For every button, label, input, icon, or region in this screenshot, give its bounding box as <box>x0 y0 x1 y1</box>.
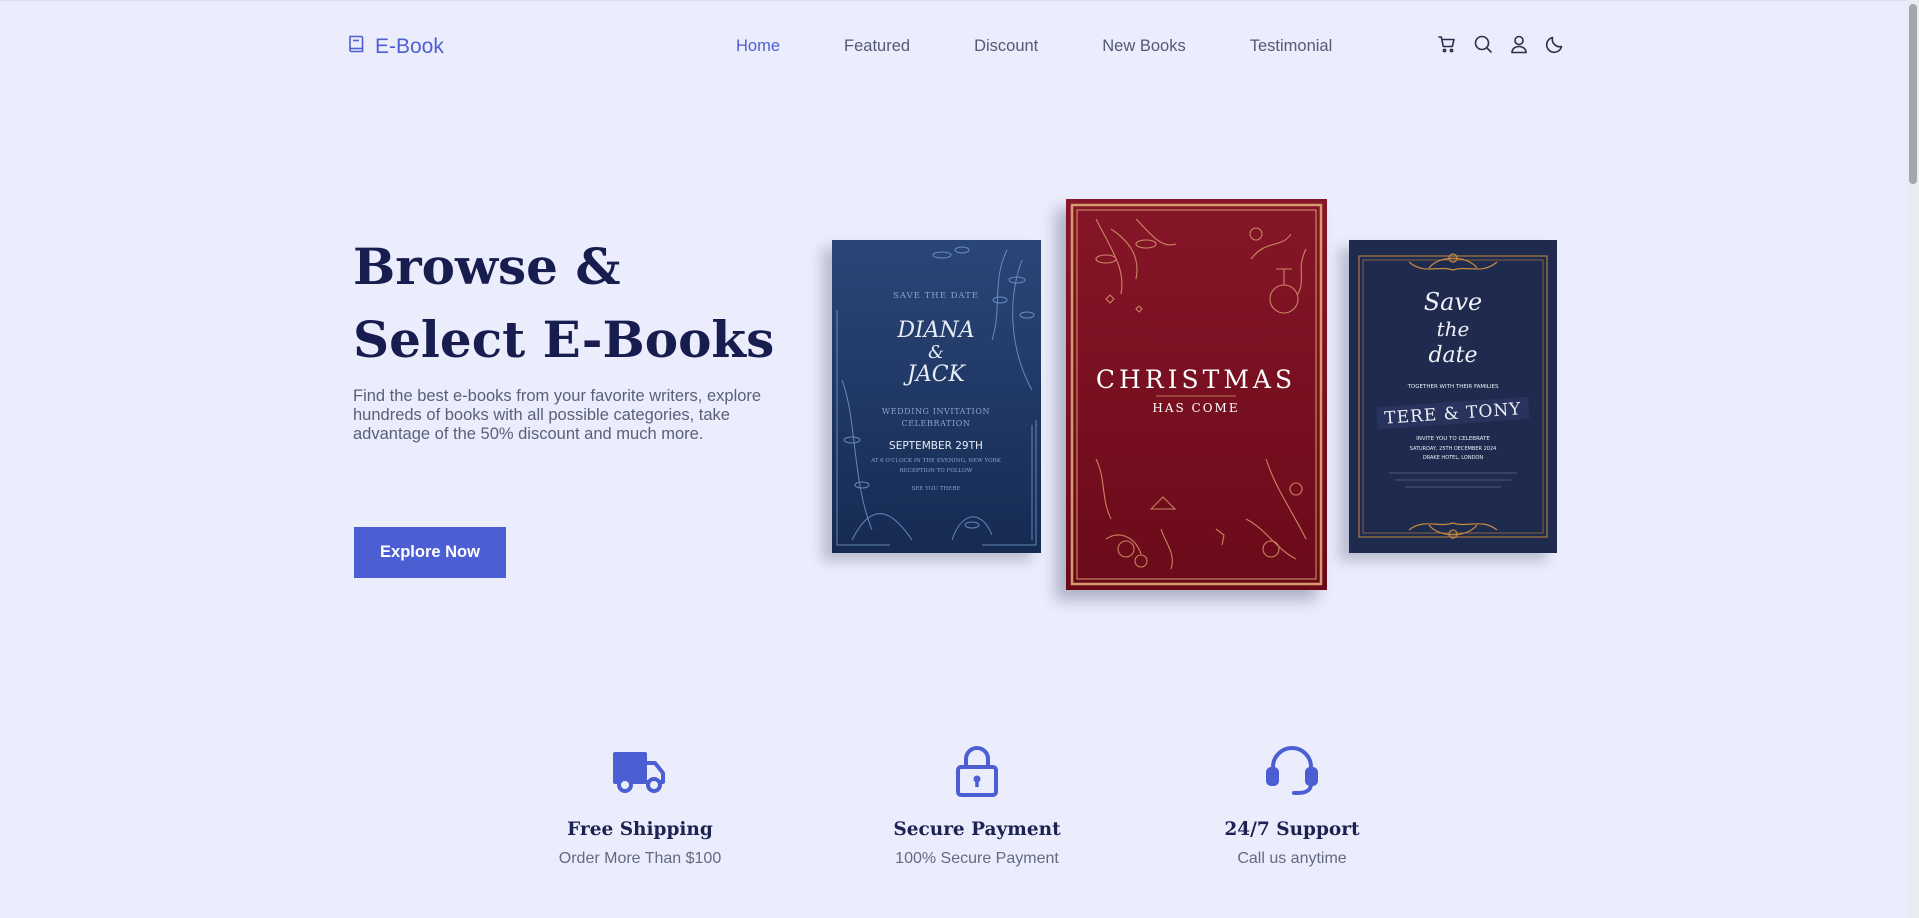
hero-title-line2: Select E-Books <box>353 310 775 369</box>
feature-free-shipping: Free Shipping Order More Than $100 <box>520 745 760 868</box>
main-nav: Home Featured Discount New Books Testimo… <box>736 37 1332 56</box>
headset-icon <box>1264 745 1320 797</box>
search-icon[interactable] <box>1473 34 1493 54</box>
book1-name2: JACK <box>903 362 967 387</box>
book1-line5: SEE YOU THERE <box>912 486 961 492</box>
feature-text: 100% Secure Payment <box>895 850 1059 867</box>
brand-logo[interactable]: E-Book <box>347 34 444 60</box>
user-icon[interactable] <box>1509 34 1529 54</box>
book3-line1: TOGETHER WITH THEIR FAMILIES <box>1407 384 1499 390</box>
book-icon <box>347 34 365 60</box>
feature-text: Call us anytime <box>1237 850 1347 867</box>
book1-line1: WEDDING INVITATION <box>882 407 990 416</box>
nav-discount[interactable]: Discount <box>974 37 1038 56</box>
nav-new-books[interactable]: New Books <box>1102 37 1185 56</box>
lock-icon <box>949 745 1005 797</box>
truck-icon <box>612 745 668 797</box>
hero-title-line1: Browse & <box>353 237 621 296</box>
nav-featured[interactable]: Featured <box>844 37 910 56</box>
feature-support: 24/7 Support Call us anytime <box>1172 745 1412 868</box>
explore-now-button[interactable]: Explore Now <box>354 527 506 578</box>
moon-icon[interactable] <box>1545 34 1565 54</box>
feature-secure-payment: Secure Payment 100% Secure Payment <box>857 745 1097 868</box>
book-cover-christmas[interactable]: CHRISTMAS HAS COME <box>1066 199 1327 590</box>
book1-name1: DIANA <box>896 318 974 343</box>
book1-line3: AT 6 O'CLOCK IN THE EVENING, NEW YORK <box>870 458 1002 464</box>
hero-description: Find the best e-books from your favorite… <box>353 387 762 443</box>
feature-text: Order More Than $100 <box>558 850 722 867</box>
nav-home[interactable]: Home <box>736 37 780 56</box>
book1-top: SAVE THE DATE <box>893 291 979 301</box>
feature-title: Free Shipping <box>567 819 713 840</box>
cart-icon[interactable] <box>1437 34 1457 54</box>
book3-line3: SATURDAY, 25TH DECEMBER 2024 <box>1410 446 1497 452</box>
header-tools <box>1437 34 1565 54</box>
book1-line2: CELEBRATION <box>901 419 970 428</box>
feature-title: Secure Payment <box>893 819 1061 840</box>
site-header: E-Book Home Featured Discount New Books … <box>0 0 1919 90</box>
page-scrollbar[interactable] <box>1907 0 1919 918</box>
scrollbar-thumb[interactable] <box>1909 4 1917 184</box>
book2-title: CHRISTMAS <box>1096 365 1296 394</box>
book1-date: SEPTEMBER 29TH <box>889 440 983 452</box>
book3-script2: the <box>1437 317 1470 341</box>
brand-name: E-Book <box>375 35 444 58</box>
book3-script3: date <box>1428 343 1477 368</box>
book3-script1: Save <box>1424 288 1483 316</box>
hero-title: Browse & Select E-Books <box>353 230 813 376</box>
book-cover-diana-jack[interactable]: SAVE THE DATE DIANA & JACK WEDDING INVIT… <box>832 240 1041 553</box>
book1-amp: & <box>928 342 944 363</box>
book2-subtitle: HAS COME <box>1152 401 1239 415</box>
book3-line4: DRAKE HOTEL, LONDON <box>1423 455 1484 461</box>
feature-title: 24/7 Support <box>1224 819 1360 840</box>
book3-line2: INVITE YOU TO CELEBRATE <box>1416 436 1490 442</box>
book1-line4: RECEPTION TO FOLLOW <box>900 468 973 474</box>
nav-testimonial[interactable]: Testimonial <box>1250 37 1333 56</box>
book-cover-tere-tony[interactable]: Save the date TOGETHER WITH THEIR FAMILI… <box>1349 240 1557 553</box>
